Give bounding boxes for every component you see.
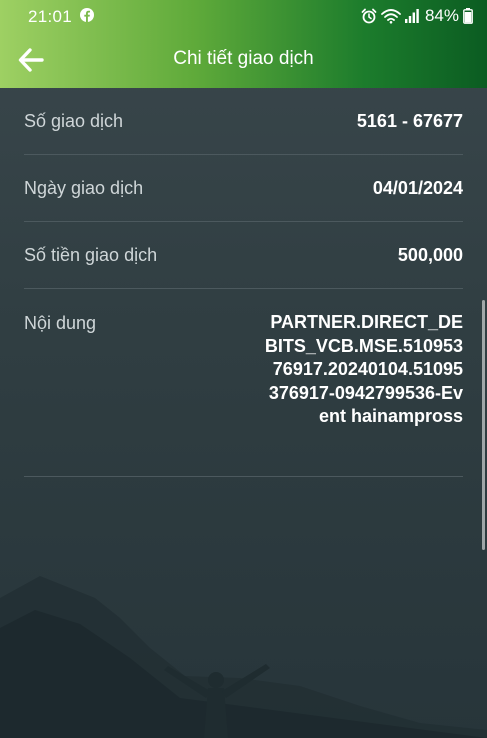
signal-icon [404, 9, 419, 23]
page-title: Chi tiết giao dịch [173, 48, 314, 69]
battery-icon [463, 8, 473, 24]
content-value: PARTNER.DIRECT_DEBITS_VCB.MSE.5109537691… [264, 312, 463, 426]
battery-percentage: 84% [424, 6, 459, 25]
transaction-details: Số giao dịch 5161 - 67677 Ngày giao dịch… [24, 88, 463, 477]
scrollbar[interactable] [482, 300, 485, 550]
transaction-number-row: Số giao dịch 5161 - 67677 [24, 88, 463, 155]
wifi-icon [381, 9, 401, 24]
amount-value: 500,000 [397, 245, 463, 265]
facebook-icon [80, 8, 94, 22]
amount-row: Số tiền giao dịch 500,000 [24, 222, 463, 289]
alarm-icon [361, 8, 377, 24]
transaction-detail-screen: 21:01 84% Chi tiết giao dịch Số giao dịc… [0, 0, 487, 738]
status-bar: 21:01 84% [0, 0, 487, 32]
background-illustration [0, 576, 487, 738]
app-header: Chi tiết giao dịch [0, 32, 487, 88]
transaction-date-value: 04/01/2024 [372, 178, 463, 198]
transaction-date-label: Ngày giao dịch [24, 178, 144, 198]
transaction-number-label: Số giao dịch [24, 111, 124, 131]
transaction-number-value: 5161 - 67677 [356, 111, 463, 131]
status-time: 21:01 [28, 7, 73, 26]
content-label: Nội dung [24, 313, 97, 333]
content-row: Nội dung PARTNER.DIRECT_DEBITS_VCB.MSE.5… [24, 289, 463, 477]
status-icons: 84% [361, 6, 473, 26]
transaction-date-row: Ngày giao dịch 04/01/2024 [24, 155, 463, 222]
amount-label: Số tiền giao dịch [24, 245, 158, 265]
app-top-bar: 21:01 84% Chi tiết giao dịch [0, 0, 487, 88]
